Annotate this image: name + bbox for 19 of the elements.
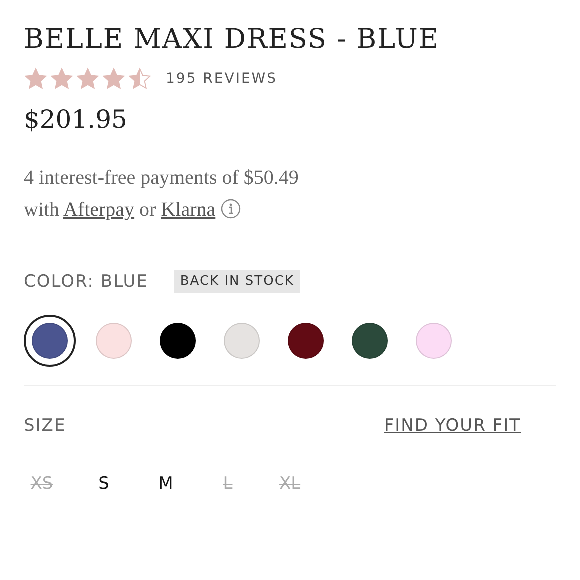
klarna-link[interactable]: Klarna — [161, 199, 216, 221]
stock-badge: BACK IN STOCK — [174, 270, 300, 293]
star-icon — [24, 67, 48, 91]
find-fit-link[interactable]: FIND YOUR FIT — [384, 416, 521, 436]
size-label: SIZE — [24, 416, 66, 436]
star-icon — [102, 67, 126, 91]
size-option[interactable]: S — [86, 474, 122, 494]
payment-text: 4 interest-free payments of $50.49 with Afterpay or Klarna — [24, 166, 300, 223]
color-label: COLOR: BLUE — [24, 272, 148, 292]
star-icon — [50, 67, 74, 91]
afterpay-link[interactable]: Afterpay — [63, 199, 135, 221]
info-icon[interactable] — [220, 199, 241, 219]
star-icon — [128, 67, 152, 91]
size-option[interactable]: M — [148, 474, 184, 494]
product-title: BELLE MAXI DRESS - BLUE — [24, 24, 441, 55]
price: $201.95 — [24, 105, 128, 134]
color-swatch[interactable] — [24, 315, 76, 367]
star-icon — [76, 67, 100, 91]
review-count[interactable]: 195 REVIEWS — [166, 71, 278, 87]
